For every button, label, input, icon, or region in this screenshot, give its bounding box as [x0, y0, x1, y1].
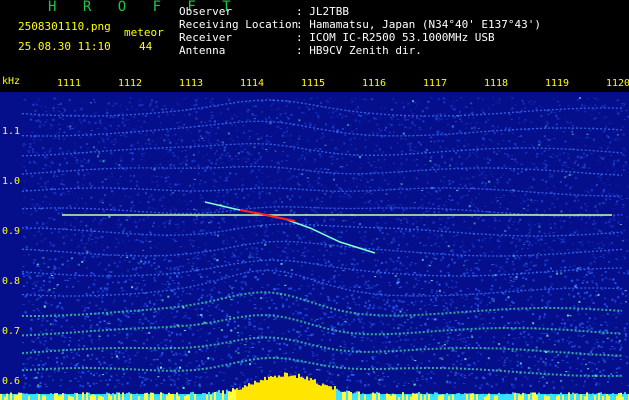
time-tick-label: 1111: [56, 78, 82, 89]
location-value: : Hamamatsu, Japan (N34°40' E137°43'): [296, 18, 542, 31]
spectrogram-background: [0, 92, 629, 400]
time-tick-label: 1115: [300, 78, 326, 89]
antenna-label: Antenna: [179, 44, 226, 57]
observer-label: Observer: [179, 5, 232, 18]
antenna-value: : HB9CV Zenith dir.: [296, 44, 422, 57]
hrofft-window: H R O F F T 2508301110.png 25.08.30 11:1…: [0, 0, 629, 400]
time-tick-label: 1116: [361, 78, 387, 89]
time-tick-label: 1114: [239, 78, 265, 89]
meteor-label: meteor: [124, 26, 164, 39]
time-tick-label: 1112: [117, 78, 143, 89]
frequency-tick-label: 1.0: [2, 176, 20, 187]
frequency-tick-label: 0.8: [2, 276, 20, 287]
frequency-tick-label: 0.9: [2, 226, 20, 237]
frequency-tick-label: 0.6: [2, 376, 20, 387]
time-tick-label: 1117: [422, 78, 448, 89]
time-tick-label: 1120: [605, 78, 629, 89]
receiver-value: : ICOM IC-R2500 53.1000MHz USB: [296, 31, 495, 44]
file-name: 2508301110.png: [18, 20, 111, 33]
observer-value: : JL2TBB: [296, 5, 349, 18]
time-tick-label: 1118: [483, 78, 509, 89]
frequency-tick-label: 0.7: [2, 326, 20, 337]
date-time: 25.08.30 11:10: [18, 40, 111, 53]
time-tick-label: 1119: [544, 78, 570, 89]
time-axis: 1111 1112 1113 1114 1115 1116 1117 1118 1119 1120: [0, 78, 629, 92]
location-label: Receiving Location: [179, 18, 299, 31]
time-tick-label: 1113: [178, 78, 204, 89]
receiver-label: Receiver: [179, 31, 232, 44]
frequency-tick-label: 1.1: [2, 126, 20, 137]
meteor-count: 44: [139, 40, 153, 53]
spectrogram: 1.1 1.0 0.9 0.8 0.7 0.6: [0, 92, 629, 400]
